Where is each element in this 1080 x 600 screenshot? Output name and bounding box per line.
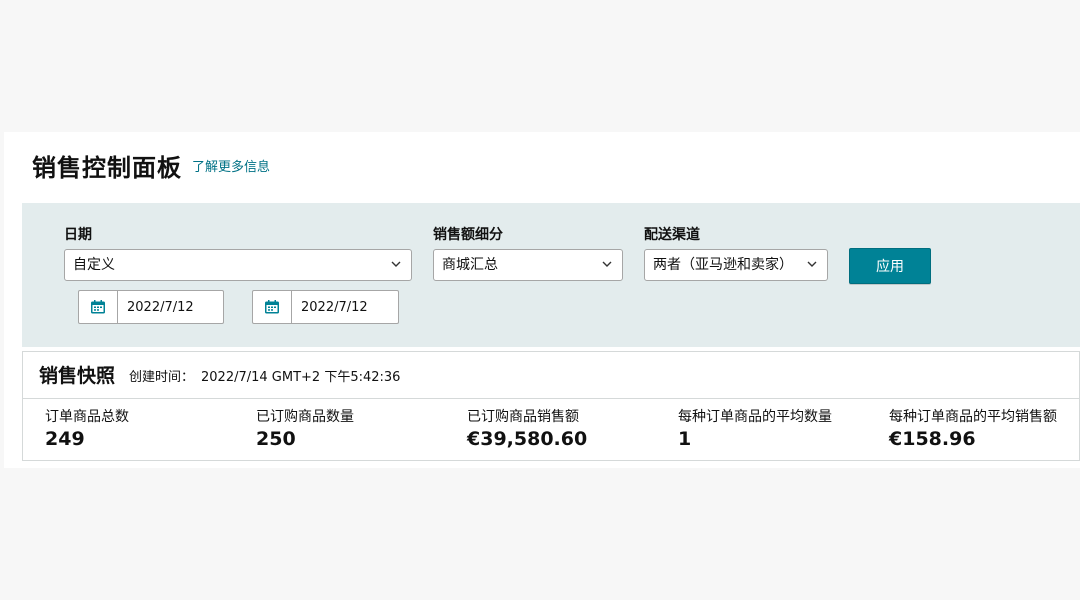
metric-ordered-product-sales: 已订购商品销售额 €39,580.60 [467,406,587,450]
fulfillment-channel-select-value: 两者（亚马逊和卖家） [653,257,793,273]
calendar-icon[interactable] [79,291,118,323]
metric-value: 1 [678,428,692,450]
metric-units-ordered: 已订购商品数量 250 [256,406,354,450]
date-range-select[interactable]: 自定义 [64,249,412,281]
metric-avg-sales-per-order-item: 每种订单商品的平均销售额 €158.96 [889,406,1057,450]
metric-label: 已订购商品数量 [256,409,354,425]
snapshot-title: 销售快照 [39,365,116,387]
date-range-select-value: 自定义 [73,257,115,273]
date-filter-label: 日期 [64,227,92,243]
chevron-down-icon [602,261,612,267]
metric-avg-units-per-order-item: 每种订单商品的平均数量 1 [678,406,832,450]
created-time-value: 2022/7/14 GMT+2 下午5:42:36 [201,370,401,385]
snapshot-header: 销售快照 创建时间： 2022/7/14 GMT+2 下午5:42:36 [23,352,1079,399]
metric-label: 每种订单商品的平均数量 [678,409,832,425]
fulfillment-channel-select[interactable]: 两者（亚马逊和卖家） [644,249,828,281]
sales-snapshot: 销售快照 创建时间： 2022/7/14 GMT+2 下午5:42:36 订单商… [22,351,1080,461]
metric-total-order-items: 订单商品总数 249 [45,406,129,450]
start-date-value: 2022/7/12 [127,299,194,315]
end-date-input[interactable]: 2022/7/12 [252,290,399,324]
metric-value: €158.96 [889,428,976,450]
end-date-value: 2022/7/12 [301,299,368,315]
sales-dashboard-panel: 销售控制面板 了解更多信息 日期 自定义 2022/7/12 2022/7/12… [4,132,1080,468]
filter-bar: 日期 自定义 2022/7/12 2022/7/12 销售额细分 商城汇总 配送… [22,203,1080,347]
learn-more-link[interactable]: 了解更多信息 [192,156,270,175]
created-time-label: 创建时间： [129,370,195,385]
page-title: 销售控制面板 [32,154,182,182]
metric-label: 已订购商品销售额 [467,409,579,425]
chevron-down-icon [807,261,817,267]
channel-filter-label: 配送渠道 [644,227,700,243]
calendar-icon[interactable] [253,291,292,323]
chevron-down-icon [391,261,401,267]
sales-breakdown-select-value: 商城汇总 [442,257,498,273]
sales-breakdown-select[interactable]: 商城汇总 [433,249,623,281]
metric-value: €39,580.60 [467,428,588,450]
metric-value: 249 [45,428,85,450]
metric-label: 订单商品总数 [45,409,129,425]
start-date-input[interactable]: 2022/7/12 [78,290,224,324]
breakdown-filter-label: 销售额细分 [433,227,503,243]
metric-value: 250 [256,428,296,450]
apply-button[interactable]: 应用 [849,248,931,284]
metric-label: 每种订单商品的平均销售额 [889,409,1057,425]
